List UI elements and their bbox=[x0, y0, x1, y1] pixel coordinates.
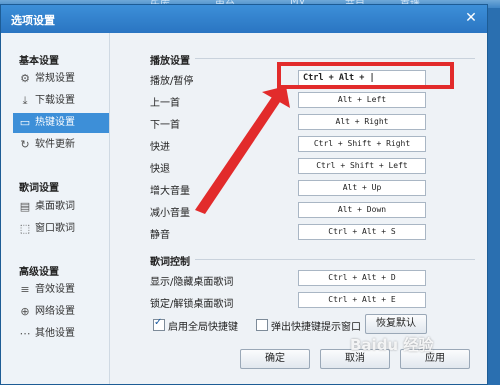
watermark: Baidu 经验 bbox=[350, 336, 434, 354]
annotation-arrow-icon bbox=[195, 86, 290, 214]
